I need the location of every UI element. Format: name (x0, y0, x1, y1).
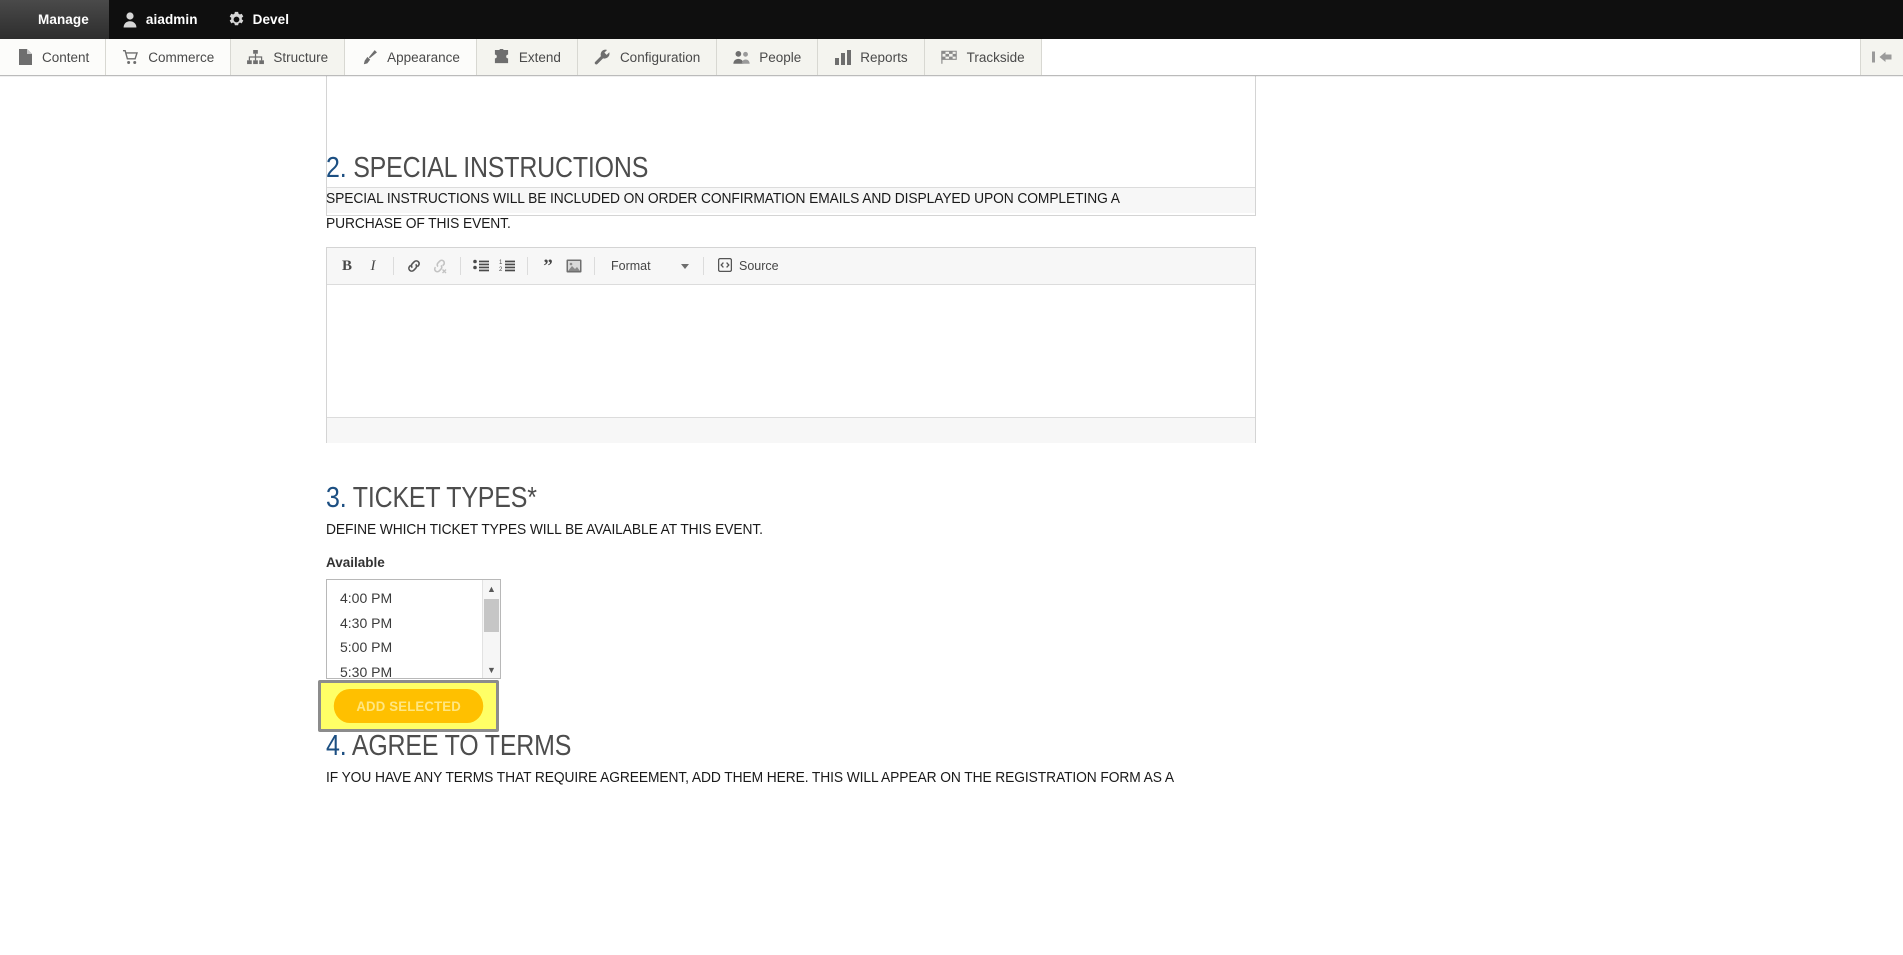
editor-widget-special-instructions: B I 12 ” Format Source (326, 247, 1256, 443)
add-selected-button[interactable]: ADD SELECTED (333, 689, 484, 723)
hamburger-icon (10, 12, 30, 27)
devel-menu-button[interactable]: Devel (215, 0, 307, 39)
quote-icon[interactable]: ” (536, 254, 560, 278)
source-button-label: Source (739, 259, 779, 273)
add-selected-container: ADD SELECTED (318, 680, 1248, 732)
manage-label: Manage (38, 12, 89, 27)
sitemap-icon (247, 49, 265, 66)
menu-item-trackside[interactable]: Trackside (924, 39, 1042, 75)
menu-item-label: Trackside (966, 49, 1025, 65)
available-listbox[interactable]: 4:00 PM 4:30 PM 5:00 PM 5:30 PM ▲ ▼ (326, 579, 501, 679)
menu-item-reports[interactable]: Reports (818, 39, 925, 75)
list-item[interactable]: 5:00 PM (327, 635, 500, 660)
collapse-left-icon[interactable] (1861, 39, 1903, 75)
menu-item-appearance[interactable]: Appearance (345, 39, 477, 75)
section-heading-ticket-types: 3. TICKET TYPES* (326, 482, 1126, 515)
list-item[interactable]: 4:30 PM (327, 611, 500, 636)
focus-highlight-frame: ADD SELECTED (318, 680, 500, 732)
scrollbar-thumb[interactable] (484, 599, 499, 632)
unlink-icon (428, 254, 452, 278)
menu-item-label: Reports (860, 49, 908, 65)
account-label: aiadmin (145, 12, 198, 27)
section-ticket-types: 3. TICKET TYPES* (326, 482, 1256, 515)
section-description-agree-to-terms: IF YOU HAVE ANY TERMS THAT REQUIRE AGREE… (326, 769, 1174, 786)
section-title: SPECIAL INSTRUCTIONS (353, 152, 649, 184)
menu-item-people[interactable]: People (717, 39, 819, 75)
toolbar-separator (703, 257, 704, 275)
user-icon (122, 11, 138, 28)
numbered-list-icon[interactable]: 12 (495, 254, 519, 278)
paintbrush-icon (361, 49, 378, 66)
scroll-up-icon[interactable]: ▲ (487, 580, 496, 597)
account-menu-button[interactable]: aiadmin (109, 0, 215, 39)
menu-item-label: Commerce (148, 49, 215, 65)
editor-body-special-instructions[interactable] (327, 285, 1255, 417)
section-agree-to-terms: 4. AGREE TO TERMS (326, 730, 1256, 763)
bulleted-list-icon[interactable] (469, 254, 493, 278)
section-number: 3. (326, 482, 347, 514)
menu-item-label: People (759, 49, 802, 65)
listbox-scrollbar[interactable]: ▲ ▼ (482, 580, 500, 678)
section-description-ticket-types: DEFINE WHICH TICKET TYPES WILL BE AVAILA… (326, 521, 763, 538)
toolbar-separator (594, 257, 595, 275)
toolbar-separator (527, 257, 528, 275)
admin-toolbar: Manage aiadmin Devel (0, 0, 1903, 39)
available-option-list: 4:00 PM 4:30 PM 5:00 PM 5:30 PM (327, 580, 500, 679)
source-icon (717, 257, 733, 275)
page-content: 2. SPECIAL INSTRUCTIONS SPECIAL INSTRUCT… (0, 76, 1903, 955)
checkered-flag-icon (940, 49, 958, 66)
available-field: Available (326, 555, 1256, 570)
menu-item-label: Appearance (387, 49, 460, 65)
menu-item-configuration[interactable]: Configuration (577, 39, 718, 75)
section-special-instructions: 2. SPECIAL INSTRUCTIONS (326, 152, 1256, 185)
format-dropdown-label: Format (611, 259, 651, 273)
menu-item-extend[interactable]: Extend (476, 39, 578, 75)
menu-bar-spacer (1041, 39, 1861, 75)
people-icon (733, 49, 750, 66)
manage-menu-button[interactable]: Manage (0, 0, 109, 39)
menu-item-content[interactable]: Content (0, 39, 107, 75)
italic-button[interactable]: I (361, 254, 385, 278)
toolbar-separator (460, 257, 461, 275)
format-dropdown[interactable]: Format (603, 254, 695, 278)
section-heading-agree-to-terms: 4. AGREE TO TERMS (326, 730, 1126, 763)
gear-icon (228, 11, 245, 28)
menu-item-label: Content (42, 49, 90, 65)
menu-item-commerce[interactable]: Commerce (106, 39, 232, 75)
chevron-down-icon (681, 263, 689, 269)
image-icon[interactable] (562, 254, 586, 278)
menu-item-structure[interactable]: Structure (231, 39, 346, 75)
editor-footer-special-instructions (327, 417, 1255, 443)
section-description-special-instructions: SPECIAL INSTRUCTIONS WILL BE INCLUDED ON… (326, 190, 1120, 232)
cart-icon (122, 49, 139, 66)
section-title: TICKET TYPES* (352, 482, 537, 514)
source-button[interactable]: Source (712, 254, 785, 278)
list-item[interactable]: 4:00 PM (327, 586, 500, 611)
link-icon[interactable] (402, 254, 426, 278)
menu-item-label: Extend (518, 49, 561, 65)
puzzle-icon (493, 49, 510, 66)
section-number: 4. (326, 730, 347, 762)
devel-label: Devel (252, 12, 290, 27)
admin-menu-bar: Content Commerce Structure Appearance Ex… (0, 39, 1903, 76)
section-title: AGREE TO TERMS (351, 730, 572, 762)
section-heading-special-instructions: 2. SPECIAL INSTRUCTIONS (326, 152, 1126, 185)
svg-text:1: 1 (499, 260, 503, 266)
menu-item-label: Configuration (619, 49, 701, 65)
svg-text:2: 2 (499, 267, 503, 273)
list-item[interactable]: 5:30 PM (327, 660, 500, 679)
file-icon (16, 49, 33, 66)
bar-chart-icon (834, 49, 851, 66)
editor-toolbar: B I 12 ” Format Source (327, 248, 1255, 285)
wrench-icon (594, 49, 611, 66)
available-label: Available (326, 555, 385, 570)
scroll-down-icon[interactable]: ▼ (487, 661, 496, 678)
toolbar-separator (393, 257, 394, 275)
section-number: 2. (326, 152, 347, 184)
bold-button[interactable]: B (335, 254, 359, 278)
menu-item-label: Structure (273, 49, 329, 65)
